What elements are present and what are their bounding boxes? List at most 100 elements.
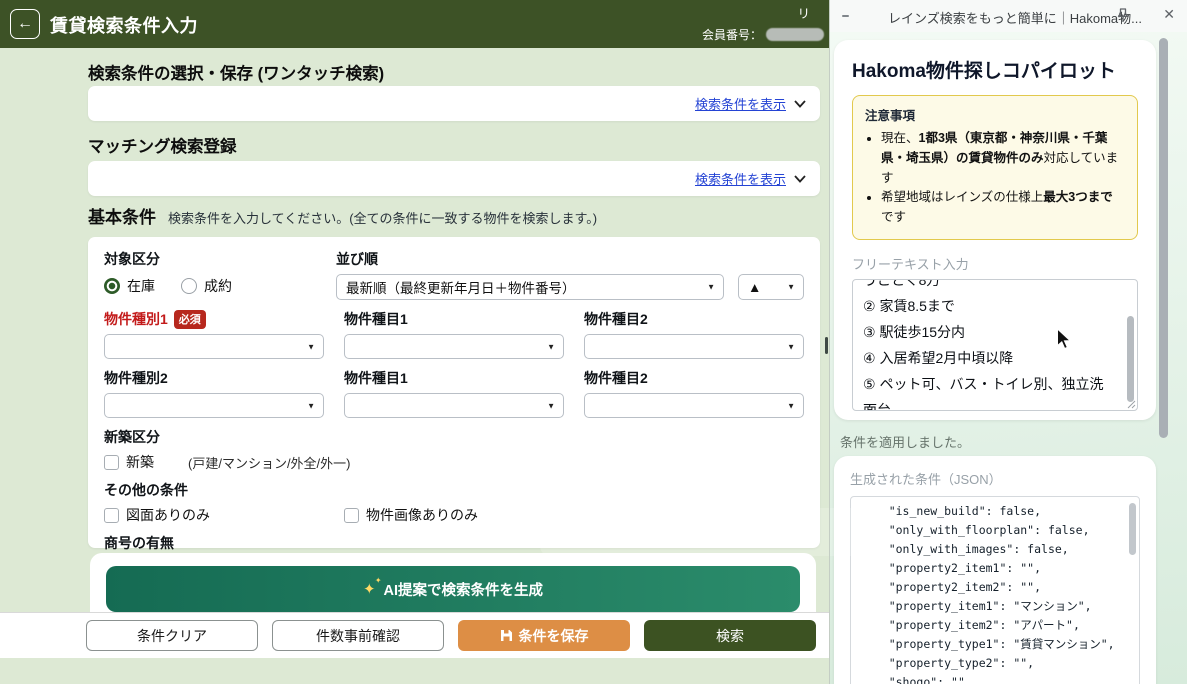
json-code-box[interactable]: "is_new_build": false, "only_with_floorp… [850,496,1140,684]
back-arrow-icon: ← [17,15,33,32]
textarea-scrollbar-thumb[interactable] [1127,315,1134,402]
panel-resize-handle[interactable] [825,337,828,354]
header-text-fragment: リ [797,7,810,21]
save-conditions-button[interactable]: 条件を保存 [458,620,630,651]
section-basic-subtitle: 検索条件を入力してください。(全ての条件に一致する物件を検索します。) [168,211,598,226]
select-arrow-icon: ▼ [547,401,555,410]
section-basic-header: 基本条件 検索条件を入力してください。(全ての条件に一致する物件を検索します。) [88,203,597,228]
checkbox-icon [344,507,359,523]
clear-conditions-button[interactable]: 条件クリア [86,620,258,651]
sort-select[interactable]: 最新順（最終更新年月日＋物件番号） ▼ [336,274,724,300]
property-item2-group: 物件種目2 ▼ [584,309,804,359]
search-button[interactable]: 検索 [644,620,816,651]
pin-icon [1117,8,1129,22]
property2-item1-select[interactable]: ▼ [344,393,564,418]
show-conditions-link-matching[interactable]: 検索条件を表示 [695,169,786,188]
app-header: ← 賃貸検索条件入力 リ 会員番号： [0,0,830,48]
sort-direction-select[interactable]: ▲ ▼ [738,274,804,300]
select-arrow-icon: ▼ [307,401,315,410]
radio-seiyaku[interactable]: 成約 [181,276,232,296]
section-title-matching: マッチング検索登録 [88,138,237,156]
side-panel-body: Hakoma物件探しコパイロット 注意事項 現在、1都3県（東京都・神奈川県・千… [830,32,1187,684]
select-arrow-icon: ▼ [787,282,795,292]
free-text-content: うことく8万 ② 家賃8.5まで ③ 駅徒歩15分内 ④ 入居希望2月中頃以降 … [863,278,1104,411]
select-arrow-icon: ▼ [307,342,315,351]
checkbox-icon [104,507,119,523]
radio-on-icon [104,278,120,294]
shogo-label: 商号の有無 [104,535,174,551]
close-panel-button[interactable]: ✕ [1163,6,1175,23]
section-title-onetouch: 検索条件の選択・保存 (ワンタッチ検索) [88,65,385,83]
select-arrow-icon: ▼ [787,342,795,351]
floppy-icon [500,630,512,641]
newbuild-label: 新築区分 [104,429,160,445]
images-only-checkbox[interactable]: 物件画像ありのみ [344,505,564,525]
property-type1-group: 物件種別1 必須 ▼ [104,309,324,359]
select-arrow-icon: ▼ [707,282,715,292]
applied-message: 条件を適用しました。 [840,435,971,450]
json-scrollbar-thumb[interactable] [1129,503,1136,555]
sort-label: 並び順 [336,251,378,267]
page-title: 賃貸検索条件入力 [50,16,198,36]
notice-item: 現在、1都3県（東京都・神奈川県・千葉県・埼玉県）の賃貸物件のみ対応しています [881,129,1125,188]
copilot-title: Hakoma物件探しコパイロット [852,61,1116,82]
property-item2-select[interactable]: ▼ [584,334,804,359]
ai-generate-button[interactable]: ✦ ✦ AI提案で検索条件を生成 [106,566,800,612]
show-conditions-link-onetouch[interactable]: 検索条件を表示 [695,94,786,113]
copilot-card: Hakoma物件探しコパイロット 注意事項 現在、1都3県（東京都・神奈川県・千… [834,40,1156,420]
member-number: 会員番号： [702,26,824,43]
notice-title: 注意事項 [865,109,916,123]
notice-box: 注意事項 現在、1都3県（東京都・神奈川県・千葉県・埼玉県）の賃貸物件のみ対応し… [852,95,1138,240]
member-number-redacted [766,28,824,41]
floorplan-only-checkbox[interactable]: 図面ありのみ [104,505,324,525]
property-type2-group: 物件種別2 ▼ [104,368,324,418]
free-text-label: フリーテキスト入力 [852,256,969,272]
basic-conditions-card: 対象区分 在庫 成約 並び順 最新順（最終更新年月日＋物件番号） ▼ ▲ ▼ 物… [88,237,820,578]
main-content: 検索条件の選択・保存 (ワンタッチ検索) 検索条件を表示 マッチング検索登録 検… [0,48,870,684]
generated-json-card: 生成された条件（JSON） "is_new_build": false, "on… [834,456,1156,684]
close-icon: ✕ [1163,6,1175,22]
newbuild-note: (戸建/マンション/外全/外一) [188,455,351,471]
property2-item1-group: 物件種目1 ▼ [344,368,564,418]
property2-item2-group: 物件種目2 ▼ [584,368,804,418]
matching-card: 検索条件を表示 [88,161,820,196]
main-area: ← 賃貸検索条件入力 リ 会員番号： 検索条件の選択・保存 (ワンタッチ検索) … [0,0,870,684]
select-arrow-icon: ▼ [787,401,795,410]
side-panel-header: レインズ検索をもっと簡単に｜Hakoma物... ✕ [830,0,1187,32]
property-item1-group: 物件種目1 ▼ [344,309,564,359]
pin-button[interactable] [1115,7,1133,25]
resize-grip-icon[interactable] [1126,399,1136,409]
checkbox-icon [104,454,119,470]
property-type1-label: 物件種別1 必須 [104,309,324,329]
side-panel: レインズ検索をもっと簡単に｜Hakoma物... ✕ Hakoma物件探しコパイ… [830,0,1187,684]
onetouch-card: 検索条件を表示 [88,86,820,121]
panel-divider [829,0,830,684]
select-arrow-icon: ▼ [547,342,555,351]
property-type2-select[interactable]: ▼ [104,393,324,418]
radio-off-icon [181,278,197,294]
side-panel-title: レインズ検索をもっと簡単に｜Hakoma物... [888,11,1142,26]
required-badge: 必須 [173,309,206,329]
target-kubun-label: 対象区分 [104,251,160,267]
json-code: "is_new_build": false, "only_with_floorp… [888,504,1115,684]
chevron-down-icon[interactable] [794,174,806,183]
section-title-basic: 基本条件 [88,208,156,227]
precheck-count-button[interactable]: 件数事前確認 [272,620,444,651]
free-text-input[interactable]: うことく8万 ② 家賃8.5まで ③ 駅徒歩15分内 ④ 入居希望2月中頃以降 … [852,278,1138,411]
footer-action-bar: 条件クリア 件数事前確認 条件を保存 検索 [0,612,830,658]
other-conditions-label: その他の条件 [104,482,188,498]
generated-json-label: 生成された条件（JSON） [850,472,1002,487]
radio-zaiko[interactable]: 在庫 [104,276,155,296]
property-type1-select[interactable]: ▼ [104,334,324,359]
chevron-down-icon[interactable] [794,99,806,108]
back-button[interactable]: ← [10,9,40,39]
ai-suggest-card: ✦ ✦ AI提案で検索条件を生成 [90,553,816,612]
property-item1-select[interactable]: ▼ [344,334,564,359]
newbuild-checkbox[interactable]: 新築 [104,452,154,472]
sparkle-icon: ✦ ✦ [362,575,382,598]
app-window: ← 賃貸検索条件入力 リ 会員番号： 検索条件の選択・保存 (ワンタッチ検索) … [0,0,1187,684]
property2-item2-select[interactable]: ▼ [584,393,804,418]
notice-item: 希望地域はレインズの仕様上最大3つまでです [881,188,1125,228]
sidebar-scrollbar-thumb[interactable] [1159,38,1168,438]
dash-icon [842,15,849,17]
